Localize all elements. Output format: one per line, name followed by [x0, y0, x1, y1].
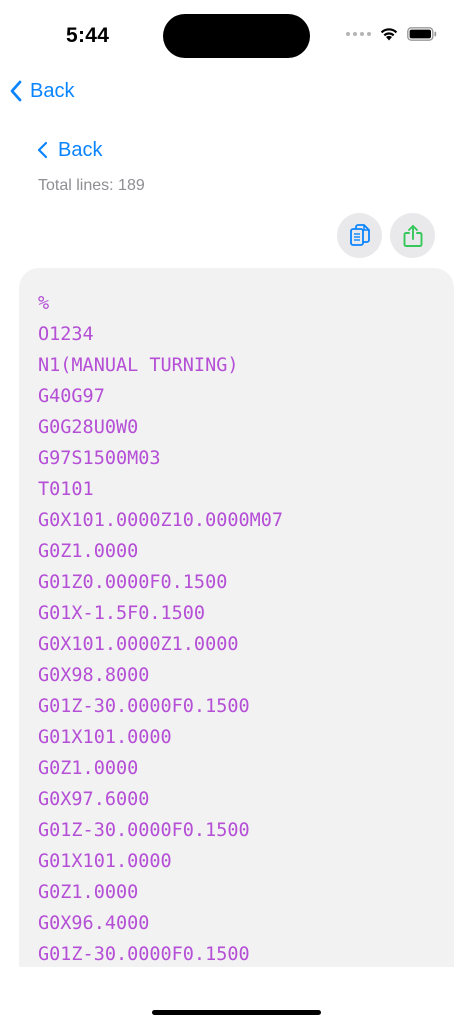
code-line: G01Z-30.0000F0.1500 — [38, 944, 250, 965]
nav-back-label: Back — [30, 79, 75, 102]
content-back-button[interactable]: Back — [36, 135, 102, 165]
copy-icon — [349, 223, 370, 246]
code-panel[interactable]: % O1234 N1(MANUAL TURNING) G40G97 G0G28U… — [19, 268, 454, 967]
share-icon — [403, 224, 422, 247]
copy-button[interactable] — [337, 213, 382, 258]
code-line: G01Z-30.0000F0.1500 — [38, 696, 250, 717]
code-line: G0Z1.0000 — [38, 758, 139, 779]
code-line: G40G97 — [38, 386, 105, 407]
code-line: G0Z1.0000 — [38, 541, 139, 562]
nav-back-button[interactable]: Back — [8, 76, 74, 106]
battery-icon — [407, 26, 437, 41]
chevron-left-icon — [10, 80, 22, 102]
code-line: G97S1500M03 — [38, 448, 161, 469]
code-line: O1234 — [38, 324, 94, 345]
code-line: G01Z-30.0000F0.1500 — [38, 820, 250, 841]
code-line: G01X101.0000 — [38, 851, 172, 872]
total-lines-label: Total lines: 189 — [38, 177, 145, 194]
code-line: G0X101.0000Z10.0000M07 — [38, 510, 284, 531]
code-line: G01X101.0000 — [38, 727, 172, 748]
code-line: G0X96.4000 — [38, 913, 150, 934]
code-line: G0Z1.0000 — [38, 882, 139, 903]
code-line: % — [38, 293, 50, 314]
code-line: G01X-1.5F0.1500 — [38, 603, 206, 624]
code-line: N1(MANUAL TURNING) — [38, 355, 239, 376]
signal-icon — [346, 31, 371, 36]
share-button[interactable] — [390, 213, 435, 258]
status-icons — [346, 26, 437, 41]
content-back-label: Back — [58, 138, 103, 161]
code-line: T0101 — [38, 479, 94, 500]
wifi-icon — [380, 28, 398, 41]
status-bar: 5:44 — [0, 0, 473, 72]
code-line: G01Z0.0000F0.1500 — [38, 572, 228, 593]
dynamic-island — [163, 14, 310, 58]
code-line: G0X98.8000 — [38, 665, 150, 686]
code-line: G0G28U0W0 — [38, 417, 139, 438]
code-line: G0X97.6000 — [38, 789, 150, 810]
code-line: G0X101.0000Z1.0000 — [38, 634, 239, 655]
chevron-left-icon — [37, 141, 48, 159]
status-time: 5:44 — [66, 24, 110, 47]
home-indicator — [152, 1010, 321, 1015]
